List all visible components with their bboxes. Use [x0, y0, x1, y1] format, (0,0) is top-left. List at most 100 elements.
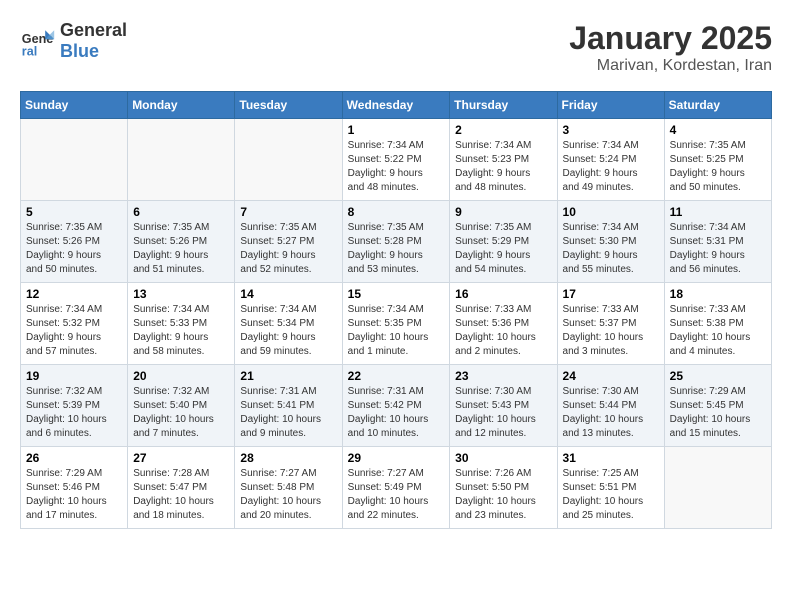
day-info: Sunrise: 7:34 AM Sunset: 5:31 PM Dayligh… [670, 221, 766, 277]
logo-icon: Gene ral [20, 23, 56, 59]
calendar-cell: 15 Sunrise: 7:34 AM Sunset: 5:35 PM Dayli… [342, 283, 450, 365]
calendar-cell: 31 Sunrise: 7:25 AM Sunset: 5:51 PM Dayli… [557, 447, 664, 529]
day-info: Sunrise: 7:34 AM Sunset: 5:23 PM Dayligh… [455, 139, 551, 195]
calendar-cell: 10Sunrise: 7:34 AM Sunset: 5:30 PM Dayli… [557, 201, 664, 283]
day-number: 13 [133, 287, 229, 301]
page-header: Gene ral General Blue January 2025 Mariv… [20, 20, 772, 75]
calendar-cell: 2 Sunrise: 7:34 AM Sunset: 5:23 PM Daylig… [450, 119, 557, 201]
day-info: Sunrise: 7:35 AM Sunset: 5:28 PM Dayligh… [348, 221, 445, 277]
day-info: Sunrise: 7:32 AM Sunset: 5:39 PM Dayligh… [26, 385, 122, 441]
day-info: Sunrise: 7:35 AM Sunset: 5:27 PM Dayligh… [240, 221, 336, 277]
calendar-week-row: 12Sunrise: 7:34 AM Sunset: 5:32 PM Dayli… [21, 283, 772, 365]
day-number: 2 [455, 123, 551, 137]
calendar-subtitle: Marivan, Kordestan, Iran [569, 57, 772, 75]
calendar-cell: 5 Sunrise: 7:35 AM Sunset: 5:26 PM Daylig… [21, 201, 128, 283]
day-number: 30 [455, 451, 551, 465]
day-number: 12 [26, 287, 122, 301]
calendar-cell: 18 Sunrise: 7:33 AM Sunset: 5:38 PM Dayli… [664, 283, 771, 365]
day-number: 24 [563, 369, 659, 383]
calendar-cell: 25Sunrise: 7:29 AM Sunset: 5:45 PM Dayli… [664, 365, 771, 447]
calendar-week-row: 5 Sunrise: 7:35 AM Sunset: 5:26 PM Daylig… [21, 201, 772, 283]
calendar-cell: 6 Sunrise: 7:35 AM Sunset: 5:26 PM Daylig… [128, 201, 235, 283]
calendar-cell: 12Sunrise: 7:34 AM Sunset: 5:32 PM Dayli… [21, 283, 128, 365]
calendar-table: SundayMondayTuesdayWednesdayThursdayFrid… [20, 91, 772, 529]
day-number: 5 [26, 205, 122, 219]
calendar-cell: 13 Sunrise: 7:34 AM Sunset: 5:33 PM Dayli… [128, 283, 235, 365]
day-number: 3 [563, 123, 659, 137]
calendar-cell: 14 Sunrise: 7:34 AM Sunset: 5:34 PM Dayli… [235, 283, 342, 365]
calendar-cell: 8 Sunrise: 7:35 AM Sunset: 5:28 PM Daylig… [342, 201, 450, 283]
calendar-cell: 26 Sunrise: 7:29 AM Sunset: 5:46 PM Dayli… [21, 447, 128, 529]
day-number: 21 [240, 369, 336, 383]
day-number: 14 [240, 287, 336, 301]
day-number: 15 [348, 287, 445, 301]
day-number: 16 [455, 287, 551, 301]
calendar-cell: 28 Sunrise: 7:27 AM Sunset: 5:48 PM Dayli… [235, 447, 342, 529]
calendar-cell: 9Sunrise: 7:35 AM Sunset: 5:29 PM Daylig… [450, 201, 557, 283]
day-number: 7 [240, 205, 336, 219]
day-info: Sunrise: 7:33 AM Sunset: 5:36 PM Dayligh… [455, 303, 551, 359]
day-info: Sunrise: 7:35 AM Sunset: 5:25 PM Dayligh… [670, 139, 766, 195]
day-info: Sunrise: 7:27 AM Sunset: 5:48 PM Dayligh… [240, 467, 336, 523]
day-number: 17 [563, 287, 659, 301]
svg-text:ral: ral [22, 44, 37, 58]
calendar-cell [128, 119, 235, 201]
calendar-cell: 1Sunrise: 7:34 AM Sunset: 5:22 PM Daylig… [342, 119, 450, 201]
day-info: Sunrise: 7:35 AM Sunset: 5:26 PM Dayligh… [133, 221, 229, 277]
calendar-cell: 20 Sunrise: 7:32 AM Sunset: 5:40 PM Dayli… [128, 365, 235, 447]
day-number: 18 [670, 287, 766, 301]
day-number: 26 [26, 451, 122, 465]
day-info: Sunrise: 7:31 AM Sunset: 5:42 PM Dayligh… [348, 385, 445, 441]
day-info: Sunrise: 7:34 AM Sunset: 5:24 PM Dayligh… [563, 139, 659, 195]
calendar-title: January 2025 [569, 20, 772, 57]
day-info: Sunrise: 7:32 AM Sunset: 5:40 PM Dayligh… [133, 385, 229, 441]
logo: Gene ral General Blue [20, 20, 127, 62]
day-info: Sunrise: 7:30 AM Sunset: 5:43 PM Dayligh… [455, 385, 551, 441]
weekday-header-thursday: Thursday [450, 92, 557, 119]
day-info: Sunrise: 7:25 AM Sunset: 5:51 PM Dayligh… [563, 467, 659, 523]
day-info: Sunrise: 7:34 AM Sunset: 5:34 PM Dayligh… [240, 303, 336, 359]
calendar-cell: 3 Sunrise: 7:34 AM Sunset: 5:24 PM Daylig… [557, 119, 664, 201]
day-info: Sunrise: 7:33 AM Sunset: 5:37 PM Dayligh… [563, 303, 659, 359]
day-info: Sunrise: 7:31 AM Sunset: 5:41 PM Dayligh… [240, 385, 336, 441]
day-info: Sunrise: 7:28 AM Sunset: 5:47 PM Dayligh… [133, 467, 229, 523]
weekday-header-friday: Friday [557, 92, 664, 119]
calendar-cell: 24 Sunrise: 7:30 AM Sunset: 5:44 PM Dayli… [557, 365, 664, 447]
calendar-cell: 7 Sunrise: 7:35 AM Sunset: 5:27 PM Daylig… [235, 201, 342, 283]
calendar-cell [664, 447, 771, 529]
day-number: 31 [563, 451, 659, 465]
calendar-cell: 4 Sunrise: 7:35 AM Sunset: 5:25 PM Daylig… [664, 119, 771, 201]
calendar-cell [21, 119, 128, 201]
day-info: Sunrise: 7:34 AM Sunset: 5:33 PM Dayligh… [133, 303, 229, 359]
day-number: 22 [348, 369, 445, 383]
weekday-header-sunday: Sunday [21, 92, 128, 119]
calendar-cell: 21 Sunrise: 7:31 AM Sunset: 5:41 PM Dayli… [235, 365, 342, 447]
logo-text-blue: Blue [60, 41, 127, 62]
day-number: 29 [348, 451, 445, 465]
weekday-header-row: SundayMondayTuesdayWednesdayThursdayFrid… [21, 92, 772, 119]
day-number: 27 [133, 451, 229, 465]
day-number: 9 [455, 205, 551, 219]
day-number: 6 [133, 205, 229, 219]
day-number: 11 [670, 205, 766, 219]
calendar-week-row: 26 Sunrise: 7:29 AM Sunset: 5:46 PM Dayli… [21, 447, 772, 529]
calendar-cell: 23Sunrise: 7:30 AM Sunset: 5:43 PM Dayli… [450, 365, 557, 447]
day-info: Sunrise: 7:35 AM Sunset: 5:26 PM Dayligh… [26, 221, 122, 277]
day-info: Sunrise: 7:34 AM Sunset: 5:30 PM Dayligh… [563, 221, 659, 277]
day-number: 28 [240, 451, 336, 465]
day-number: 20 [133, 369, 229, 383]
calendar-week-row: 19Sunrise: 7:32 AM Sunset: 5:39 PM Dayli… [21, 365, 772, 447]
weekday-header-tuesday: Tuesday [235, 92, 342, 119]
day-info: Sunrise: 7:34 AM Sunset: 5:35 PM Dayligh… [348, 303, 445, 359]
calendar-week-row: 1Sunrise: 7:34 AM Sunset: 5:22 PM Daylig… [21, 119, 772, 201]
calendar-cell [235, 119, 342, 201]
day-info: Sunrise: 7:29 AM Sunset: 5:46 PM Dayligh… [26, 467, 122, 523]
day-info: Sunrise: 7:30 AM Sunset: 5:44 PM Dayligh… [563, 385, 659, 441]
day-info: Sunrise: 7:33 AM Sunset: 5:38 PM Dayligh… [670, 303, 766, 359]
weekday-header-saturday: Saturday [664, 92, 771, 119]
day-number: 4 [670, 123, 766, 137]
calendar-cell: 22 Sunrise: 7:31 AM Sunset: 5:42 PM Dayli… [342, 365, 450, 447]
day-number: 1 [348, 123, 445, 137]
title-block: January 2025 Marivan, Kordestan, Iran [569, 20, 772, 75]
day-number: 8 [348, 205, 445, 219]
